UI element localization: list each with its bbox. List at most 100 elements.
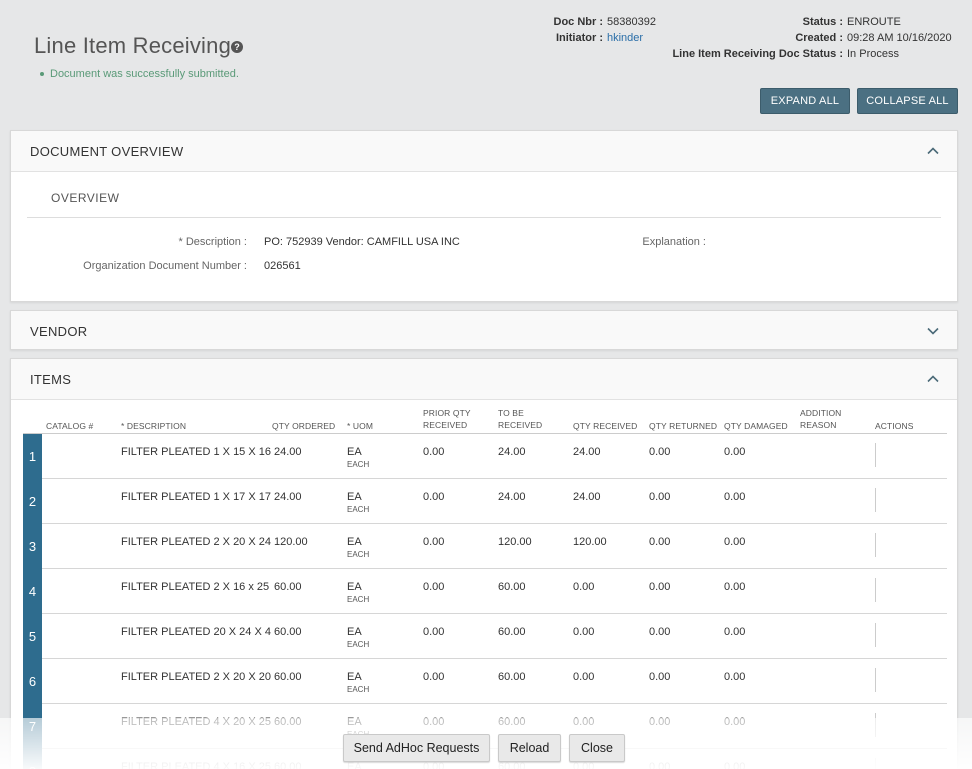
- chevron-up-icon[interactable]: [927, 145, 939, 157]
- item-description: FILTER PLEATED 2 X 16 x 25: [121, 581, 270, 593]
- col-to-be-line1: TO BE: [498, 408, 524, 418]
- item-qty-damaged: 0.00: [724, 581, 746, 593]
- item-description: FILTER PLEATED 1 X 17 X 17: [121, 491, 271, 503]
- actions-cell[interactable]: [875, 533, 876, 557]
- row-number: 3: [23, 524, 42, 569]
- item-uom: EA: [347, 581, 362, 593]
- col-qty-returned: QTY RETURNED: [649, 421, 718, 431]
- item-uom-description: EACH: [347, 460, 370, 469]
- item-to-be-received: 24.00: [498, 446, 526, 458]
- item-prior-qty: 0.00: [423, 626, 445, 638]
- actions-cell[interactable]: [875, 668, 876, 692]
- status-label: Status :: [802, 16, 843, 28]
- table-row: 4 FILTER PLEATED 2 X 16 x 25 60.00 EA 0.00 60…: [23, 569, 947, 614]
- actions-cell[interactable]: [875, 578, 876, 602]
- col-to-be-received: TO BE RECEIVED: [498, 407, 542, 431]
- actions-cell[interactable]: [875, 623, 876, 647]
- item-to-be-received: 24.00: [498, 491, 526, 503]
- org-doc-label: Organization Document Number :: [83, 260, 247, 272]
- item-qty-returned: 0.00: [649, 491, 671, 503]
- item-qty-ordered: 60.00: [274, 626, 302, 638]
- vendor-header[interactable]: VENDOR: [11, 311, 957, 349]
- col-addition-line1: ADDITION: [800, 408, 842, 418]
- col-actions: ACTIONS: [875, 421, 914, 431]
- item-qty-received: 0.00: [573, 626, 595, 638]
- table-row: 3 FILTER PLEATED 2 X 20 X 24 120.00 EA 0.00 1…: [23, 524, 947, 569]
- col-catalog: CATALOG #: [46, 421, 94, 431]
- actions-cell[interactable]: [875, 488, 876, 512]
- item-prior-qty: 0.00: [423, 536, 445, 548]
- send-adhoc-requests-button[interactable]: Send AdHoc Requests: [343, 734, 490, 762]
- item-uom: EA: [347, 446, 362, 458]
- item-to-be-received: 120.00: [498, 536, 532, 548]
- col-addition-line2: REASON: [800, 420, 837, 430]
- item-qty-returned: 0.00: [649, 626, 671, 638]
- item-uom-description: EACH: [347, 505, 370, 514]
- doc-meta-right: Status : ENROUTE Created : 09:28 AM 10/16/…: [660, 14, 952, 62]
- collapse-all-button[interactable]: COLLAPSE ALL: [857, 88, 958, 114]
- doc-status-value: In Process: [847, 48, 899, 60]
- initiator-link[interactable]: hkinder: [607, 32, 643, 44]
- table-row: 6 FILTER PLEATED 2 X 20 X 20 60.00 EA 0.00 60…: [23, 659, 947, 704]
- help-icon[interactable]: ?: [231, 41, 243, 53]
- item-qty-returned: 0.00: [649, 581, 671, 593]
- item-to-be-received: 60.00: [498, 626, 526, 638]
- item-qty-received: 0.00: [573, 581, 595, 593]
- doc-nbr-value: 58380392: [607, 16, 656, 28]
- reload-button[interactable]: Reload: [498, 734, 561, 762]
- vendor-panel: VENDOR: [10, 310, 958, 350]
- document-overview-header[interactable]: DOCUMENT OVERVIEW: [11, 131, 957, 172]
- item-qty-damaged: 0.00: [724, 491, 746, 503]
- item-qty-returned: 0.00: [649, 446, 671, 458]
- item-qty-ordered: 120.00: [274, 536, 308, 548]
- item-uom: EA: [347, 536, 362, 548]
- col-prior-qty-line1: PRIOR QTY: [423, 408, 471, 418]
- doc-status-label: Line Item Receiving Doc Status :: [672, 48, 843, 60]
- initiator-label: Initiator :: [555, 32, 603, 44]
- table-row: 2 FILTER PLEATED 1 X 17 X 17 24.00 EA 0.00 24…: [23, 479, 947, 524]
- description-value: PO: 752939 Vendor: CAMFILL USA INC: [264, 236, 460, 248]
- document-overview-title: DOCUMENT OVERVIEW: [30, 144, 184, 159]
- table-row: 1 FILTER PLEATED 1 X 15 X 16 24.00 EA 0.00 24…: [23, 434, 947, 479]
- document-overview-panel: DOCUMENT OVERVIEW OVERVIEW * Description…: [10, 130, 958, 302]
- close-button[interactable]: Close: [569, 734, 625, 762]
- item-to-be-received: 60.00: [498, 671, 526, 683]
- bullet-icon: [40, 72, 44, 77]
- chevron-up-icon[interactable]: [927, 373, 939, 385]
- created-value: 09:28 AM 10/16/2020: [847, 32, 952, 44]
- item-uom-description: EACH: [347, 640, 370, 649]
- row-number: 1: [23, 434, 42, 479]
- item-qty-returned: 0.00: [649, 536, 671, 548]
- success-message: Document was successfully submitted.: [40, 68, 239, 80]
- success-text: Document was successfully submitted.: [50, 68, 239, 80]
- table-row: 5 FILTER PLEATED 20 X 24 X 4 60.00 EA 0.00 60…: [23, 614, 947, 659]
- item-qty-ordered: 24.00: [274, 491, 302, 503]
- row-number: 5: [23, 614, 42, 659]
- item-uom-description: EACH: [347, 550, 370, 559]
- item-description: FILTER PLEATED 1 X 15 X 16: [121, 446, 271, 458]
- item-prior-qty: 0.00: [423, 581, 445, 593]
- item-prior-qty: 0.00: [423, 671, 445, 683]
- page-title: Line Item Receiving: [34, 33, 232, 58]
- item-qty-received: 0.00: [573, 671, 595, 683]
- item-description: FILTER PLEATED 2 X 20 X 20: [121, 671, 271, 683]
- item-qty-damaged: 0.00: [724, 536, 746, 548]
- item-qty-received: 120.00: [573, 536, 607, 548]
- item-qty-ordered: 60.00: [274, 581, 302, 593]
- item-description: FILTER PLEATED 2 X 20 X 24: [121, 536, 271, 548]
- item-qty-received: 24.00: [573, 491, 601, 503]
- item-qty-returned: 0.00: [649, 671, 671, 683]
- chevron-down-icon[interactable]: [927, 325, 939, 337]
- created-label: Created :: [795, 32, 843, 44]
- row-number: 6: [23, 659, 42, 704]
- status-value: ENROUTE: [847, 16, 901, 28]
- vendor-title: VENDOR: [30, 324, 88, 339]
- col-to-be-line2: RECEIVED: [498, 420, 543, 430]
- item-uom-description: EACH: [347, 685, 370, 694]
- expand-all-button[interactable]: EXPAND ALL: [760, 88, 850, 114]
- items-header[interactable]: ITEMS: [11, 359, 957, 400]
- actions-cell[interactable]: [875, 443, 876, 467]
- col-description: * DESCRIPTION: [121, 421, 187, 431]
- col-prior-qty: PRIOR QTY RECEIVED: [423, 407, 471, 431]
- row-number: 4: [23, 569, 42, 614]
